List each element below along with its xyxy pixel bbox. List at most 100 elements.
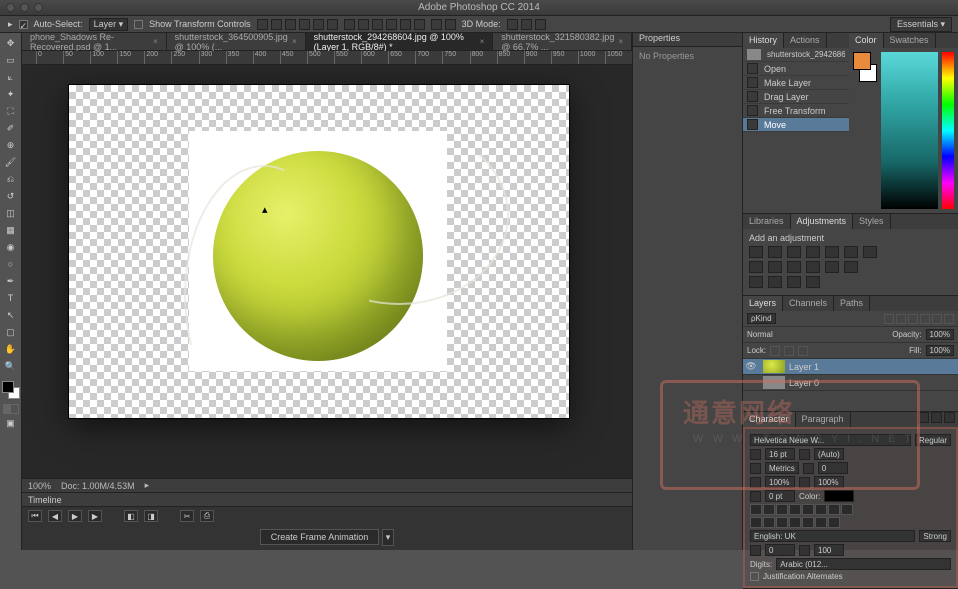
move-tool[interactable]: ✥ [2,35,20,51]
layer-filter-kind[interactable]: ρKind [747,313,776,324]
timeline-opt1[interactable]: ◧ [124,510,138,522]
close-tab-icon[interactable]: × [153,37,158,46]
dodge-tool[interactable]: ○ [2,256,20,272]
zoom-tool[interactable]: 🔍 [2,358,20,374]
opacity-value[interactable]: 100% [926,329,954,340]
foreground-background-colors[interactable] [2,381,20,399]
workspace-switcher[interactable]: Essentials ▾ [890,17,952,32]
history-tab[interactable]: History [743,33,784,48]
distribute-icons[interactable] [344,19,425,30]
lock-position-icon[interactable] [784,346,794,356]
layer-name[interactable]: Layer 1 [789,362,819,372]
arrange-icons[interactable] [431,19,456,30]
adjustments-tab[interactable]: Libraries [743,214,791,229]
history-state-row[interactable]: Make Layer [743,76,849,90]
brush-tool[interactable]: 🖌 [2,154,20,170]
eyedropper-tool[interactable]: ✐ [2,120,20,136]
marquee-tool[interactable]: ▭ [2,52,20,68]
layer-thumbnail[interactable] [763,376,785,389]
color-tab[interactable]: Color [849,33,884,48]
blur-tool[interactable]: ◉ [2,239,20,255]
angle-field[interactable]: 0 [765,544,795,556]
lock-pixels-icon[interactable] [770,346,780,356]
mac-traffic-lights[interactable] [6,3,43,12]
character-tab[interactable]: Paragraph [796,412,851,427]
align-icons[interactable] [257,19,338,30]
doc-size[interactable]: Doc: 1.00M/4.53M [61,481,135,491]
gradient-tool[interactable]: ▦ [2,222,20,238]
close-tab-icon[interactable]: × [618,37,623,46]
timeline-opt4[interactable]: ⎙ [200,510,214,522]
hand-tool[interactable]: ✋ [2,341,20,357]
timeline-prev-frame[interactable]: ◀ [48,510,62,522]
text-color-swatch[interactable] [824,490,854,502]
char-panel-icon[interactable] [931,412,942,423]
timeline-play[interactable]: ▶ [68,510,82,522]
document-tab[interactable]: phone_Shadows Re-Recovered.psd @ 1...× [22,33,167,50]
zoom-level[interactable]: 100% [28,481,51,491]
just-alt-checkbox[interactable] [750,572,759,581]
baseline-field[interactable]: 0 pt [765,490,795,502]
layers-tab[interactable]: Paths [834,296,870,311]
hue-slider[interactable] [942,52,954,209]
adjustments-tab[interactable]: Styles [853,214,891,229]
layer-thumbnail[interactable] [763,360,785,373]
screen-mode-toggle[interactable]: ▣ [2,415,20,431]
font-style-dropdown[interactable]: Regular [915,434,951,446]
heal-tool[interactable]: ⊕ [2,137,20,153]
layer-name[interactable]: Layer 0 [789,378,819,388]
document-tab[interactable]: shutterstock_364500905.jpg @ 100% (...× [167,33,306,50]
history-tab[interactable]: Actions [784,33,827,48]
create-frame-animation-dropdown[interactable]: ▾ [382,529,395,546]
layer-row[interactable]: 👁 Layer 1 [743,359,958,375]
adjustments-row-2[interactable] [749,261,952,273]
opentype-buttons[interactable] [750,517,951,528]
history-brush-tool[interactable]: ↺ [2,188,20,204]
eraser-tool[interactable]: ◫ [2,205,20,221]
blend-mode-dropdown[interactable]: Normal [747,330,797,339]
char-panel-icon[interactable] [918,412,929,423]
document-tab[interactable]: shutterstock_294268604.jpg @ 100% (Layer… [306,33,494,50]
color-foreground-swatch[interactable] [853,52,871,70]
color-picker-field[interactable] [881,52,938,209]
layers-tab[interactable]: Channels [783,296,834,311]
history-state-row[interactable]: Drag Layer [743,90,849,104]
timeline-next-frame[interactable]: ▶ [88,510,102,522]
lock-all-icon[interactable] [798,346,808,356]
timeline-first-frame[interactable]: ⏮ [28,510,42,522]
crop-tool[interactable]: ⛶ [2,103,20,119]
shape-tool[interactable]: ▢ [2,324,20,340]
auto-select-checkbox[interactable]: ✓ [19,20,28,29]
font-size-field[interactable]: 16 pt [765,448,795,460]
document-canvas[interactable]: ▴ [69,85,569,418]
fill-value[interactable]: 100% [926,345,954,356]
layers-tab[interactable]: Layers [743,296,783,311]
foreground-color-swatch[interactable] [2,381,14,393]
document-tab[interactable]: shutterstock_321580382.jpg @ 66.7% ...× [493,33,632,50]
adjustments-tab[interactable]: Adjustments [791,214,854,229]
close-tab-icon[interactable]: × [480,37,485,46]
antialiasing-dropdown[interactable]: Strong [919,530,951,542]
font-family-dropdown[interactable]: Helvetica Neue W... [750,434,911,446]
leading-field[interactable]: (Auto) [814,448,844,460]
history-state-row[interactable]: Move [743,118,849,132]
language-dropdown[interactable]: English: UK [750,530,915,542]
vscale-field[interactable]: 100% [765,476,795,488]
canvas-area[interactable]: ▴ [22,65,632,478]
stamp-tool[interactable]: ⎌ [2,171,20,187]
quick-mask-toggle[interactable] [3,404,19,414]
kerning-field[interactable]: Metrics [765,462,799,474]
layer-visibility-icon[interactable]: 👁 [743,361,759,372]
tracking-field[interactable]: 0 [818,462,848,474]
layer-row[interactable]: Layer 0 [743,375,958,391]
adjustments-row-3[interactable] [749,276,952,288]
create-frame-animation-button[interactable]: Create Frame Animation [260,529,380,545]
digits-dropdown[interactable]: Arabic (012... [776,558,951,570]
history-document-row[interactable]: shutterstock_294268604.jpg [743,48,849,62]
adjustments-row-1[interactable] [749,246,952,258]
timeline-opt3[interactable]: ✂ [180,510,194,522]
type-style-buttons[interactable] [750,504,951,515]
history-state-row[interactable]: Open [743,62,849,76]
auto-select-mode-dropdown[interactable]: Layer ▾ [89,18,129,31]
hscale-field[interactable]: 100% [814,476,844,488]
